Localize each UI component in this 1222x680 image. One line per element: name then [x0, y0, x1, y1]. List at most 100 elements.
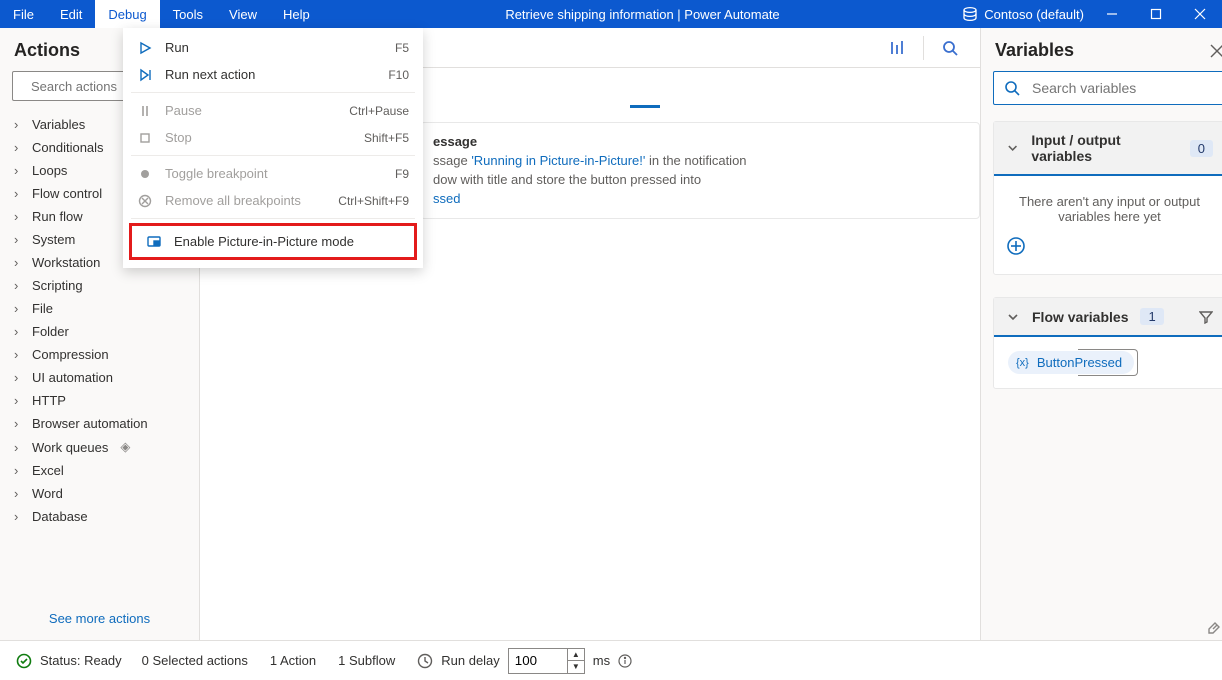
close-button[interactable]	[1178, 0, 1222, 28]
ready-icon	[16, 653, 32, 669]
data-icon[interactable]	[879, 30, 915, 66]
chevron-right-icon: ›	[14, 509, 24, 524]
menu-item-shortcut: Shift+F5	[364, 131, 409, 145]
category-label: System	[32, 232, 75, 247]
flow-action-card[interactable]: essage ssage 'Running in Picture-in-Pict…	[420, 122, 980, 219]
menu-view[interactable]: View	[216, 0, 270, 28]
dot-icon	[137, 167, 153, 181]
maximize-button[interactable]	[1134, 0, 1178, 28]
menu-edit[interactable]: Edit	[47, 0, 95, 28]
io-variables-group: Input / output variables 0 There aren't …	[993, 121, 1222, 275]
see-more-actions[interactable]: See more actions	[0, 597, 199, 640]
chevron-right-icon: ›	[14, 440, 24, 455]
delay-spinner[interactable]: ▲▼	[568, 648, 585, 674]
clear-icon	[137, 194, 153, 208]
menu-debug[interactable]: Debug	[95, 0, 159, 28]
menu-item-label: Run	[165, 40, 383, 55]
add-io-variable-button[interactable]	[1006, 236, 1213, 256]
category-label: Work queues	[32, 440, 108, 455]
chevron-right-icon: ›	[14, 140, 24, 155]
io-count-badge: 0	[1190, 140, 1213, 157]
debug-dropdown-menu: RunF5Run next actionF10PauseCtrl+PauseSt…	[123, 28, 423, 268]
card-link1: 'Running in Picture-in-Picture!'	[471, 153, 645, 168]
debug-menu-item: Pause Ctrl+Pause	[123, 97, 423, 124]
category-label: Scripting	[32, 278, 83, 293]
eraser-icon[interactable]	[1206, 616, 1222, 634]
category-label: Excel	[32, 463, 64, 478]
info-icon[interactable]	[618, 654, 632, 668]
menu-file[interactable]: File	[0, 0, 47, 28]
minimize-button[interactable]	[1090, 0, 1134, 28]
chevron-right-icon: ›	[14, 232, 24, 247]
menu-item-label: Pause	[165, 103, 337, 118]
menu-tools[interactable]: Tools	[160, 0, 216, 28]
subflow-tab-indicator	[630, 66, 660, 108]
filter-icon[interactable]	[1199, 310, 1213, 324]
actions-category[interactable]: ›Excel	[0, 459, 199, 482]
highlighted-menu-item: Enable Picture-in-Picture mode	[129, 223, 417, 260]
variable-chip[interactable]: {x} ButtonPressed	[1008, 351, 1134, 374]
pause-icon	[137, 104, 153, 118]
io-variables-header[interactable]: Input / output variables 0	[994, 122, 1222, 176]
actions-category[interactable]: ›Work queues◈	[0, 435, 199, 459]
run-delay-input[interactable]	[508, 648, 568, 674]
variables-search-input[interactable]	[1030, 79, 1215, 97]
debug-menu-item[interactable]: Enable Picture-in-Picture mode	[132, 228, 414, 255]
menu-help[interactable]: Help	[270, 0, 323, 28]
title-bar: File Edit Debug Tools View Help Retrieve…	[0, 0, 1222, 28]
category-label: Folder	[32, 324, 69, 339]
actions-count: 1 Action	[270, 653, 316, 668]
category-label: Loops	[32, 163, 67, 178]
actions-category[interactable]: ›Folder	[0, 320, 199, 343]
category-label: Run flow	[32, 209, 83, 224]
category-label: Database	[32, 509, 88, 524]
actions-category[interactable]: › Database	[0, 505, 199, 528]
io-empty-text: There aren't any input or output variabl…	[1019, 194, 1200, 224]
category-label: Flow control	[32, 186, 102, 201]
category-label: UI automation	[32, 370, 113, 385]
debug-menu-item[interactable]: Run next actionF10	[123, 61, 423, 88]
chevron-right-icon: ›	[14, 163, 24, 178]
chevron-right-icon: ›	[14, 486, 24, 501]
window-controls	[1090, 0, 1222, 28]
debug-menu-item: Toggle breakpointF9	[123, 160, 423, 187]
variables-search[interactable]	[993, 71, 1222, 105]
flow-variables-header[interactable]: Flow variables 1	[994, 298, 1222, 337]
category-label: Workstation	[32, 255, 100, 270]
menu-item-shortcut: F9	[395, 167, 409, 181]
selected-actions: 0 Selected actions	[142, 653, 248, 668]
actions-category[interactable]: ›HTTP	[0, 389, 199, 412]
actions-category[interactable]: ›Word	[0, 482, 199, 505]
stop-icon	[137, 131, 153, 145]
subflows-count: 1 Subflow	[338, 653, 395, 668]
chevron-right-icon: ›	[14, 209, 24, 224]
close-panel-icon[interactable]	[1210, 44, 1222, 58]
account-selector[interactable]: Contoso (default)	[962, 6, 1090, 22]
variables-title: Variables	[995, 40, 1074, 61]
chevron-right-icon: ›	[14, 416, 24, 431]
actions-category[interactable]: › UI automation	[0, 366, 199, 389]
status-text: Status: Ready	[40, 653, 122, 668]
menu-item-shortcut: Ctrl+Pause	[349, 104, 409, 118]
menu-item-label: Remove all breakpoints	[165, 193, 326, 208]
search-flow-icon[interactable]	[932, 30, 968, 66]
debug-menu-item[interactable]: Run F5	[123, 34, 423, 61]
menu-bar: File Edit Debug Tools View Help	[0, 0, 323, 28]
menu-item-label: Run next action	[165, 67, 376, 82]
actions-category[interactable]: ›Browser automation	[0, 412, 199, 435]
play-icon	[137, 41, 153, 55]
menu-item-shortcut: F5	[395, 41, 409, 55]
card-line1b: in the notification	[645, 153, 746, 168]
variables-panel: Variables Input / output variables 0 The…	[980, 28, 1222, 640]
chevron-right-icon: ›	[14, 117, 24, 132]
card-title: essage	[433, 134, 477, 149]
variable-icon: {x}	[1016, 357, 1029, 369]
run-delay-label: Run delay	[441, 653, 500, 668]
category-label: Variables	[32, 117, 85, 132]
actions-category[interactable]: ›Scripting	[0, 274, 199, 297]
flow-variables-group: Flow variables 1 {x} ButtonPressed	[993, 297, 1222, 389]
toolbar-separator	[923, 36, 924, 60]
actions-category[interactable]: ›Compression	[0, 343, 199, 366]
chevron-right-icon: ›	[14, 370, 24, 385]
actions-category[interactable]: ›File	[0, 297, 199, 320]
